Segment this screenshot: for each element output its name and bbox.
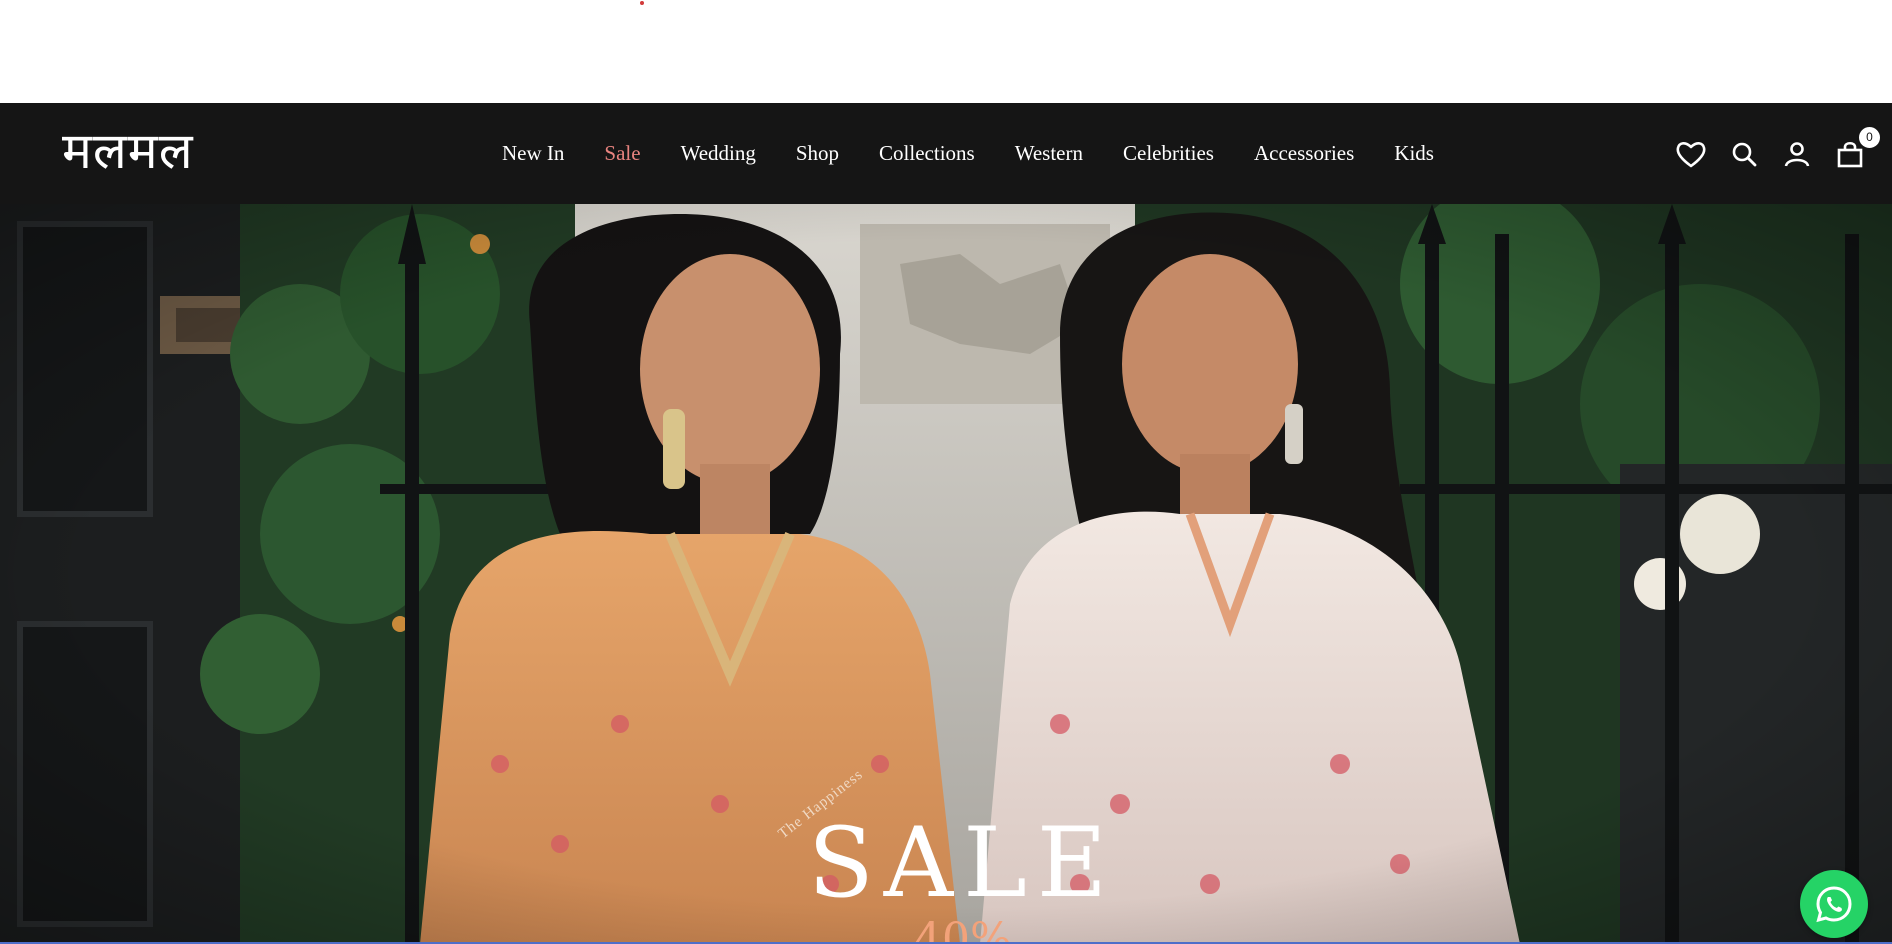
- site-header: मलमल New In Sale Wedding Shop Collection…: [0, 103, 1892, 204]
- top-strip: [0, 0, 1892, 103]
- nav-item-kids[interactable]: Kids: [1394, 141, 1434, 166]
- nav-item-celebrities[interactable]: Celebrities: [1123, 141, 1214, 166]
- nav-item-wedding[interactable]: Wedding: [681, 141, 756, 166]
- search-icon: [1732, 142, 1757, 166]
- nav-item-collections[interactable]: Collections: [879, 141, 975, 166]
- whatsapp-chat-button[interactable]: [1800, 870, 1868, 938]
- decorative-dot: [640, 1, 644, 5]
- cart-count-badge: 0: [1857, 124, 1882, 150]
- account-icon: [1784, 141, 1810, 167]
- hero-banner[interactable]: The Happiness SALE 40%: [0, 204, 1892, 944]
- nav-item-western[interactable]: Western: [1015, 141, 1083, 166]
- main-navigation: New In Sale Wedding Shop Collections Wes…: [502, 103, 1474, 204]
- sale-headline: SALE: [808, 807, 1117, 919]
- wishlist-button[interactable]: [1675, 138, 1707, 170]
- sale-title: The Happiness SALE 40%: [776, 766, 1120, 944]
- header-actions: 0: [1654, 103, 1882, 204]
- brand-logo[interactable]: मलमल: [62, 123, 194, 179]
- search-button[interactable]: [1728, 138, 1760, 170]
- nav-item-new-in[interactable]: New In: [502, 141, 564, 166]
- nav-item-sale[interactable]: Sale: [604, 141, 640, 166]
- nav-item-shop[interactable]: Shop: [796, 141, 839, 166]
- whatsapp-icon: [1816, 886, 1852, 923]
- account-button[interactable]: [1781, 138, 1813, 170]
- cart-button[interactable]: 0: [1834, 124, 1882, 170]
- heart-icon: [1676, 141, 1706, 167]
- nav-item-accessories[interactable]: Accessories: [1254, 141, 1354, 166]
- discount-text: 40%: [914, 914, 1012, 944]
